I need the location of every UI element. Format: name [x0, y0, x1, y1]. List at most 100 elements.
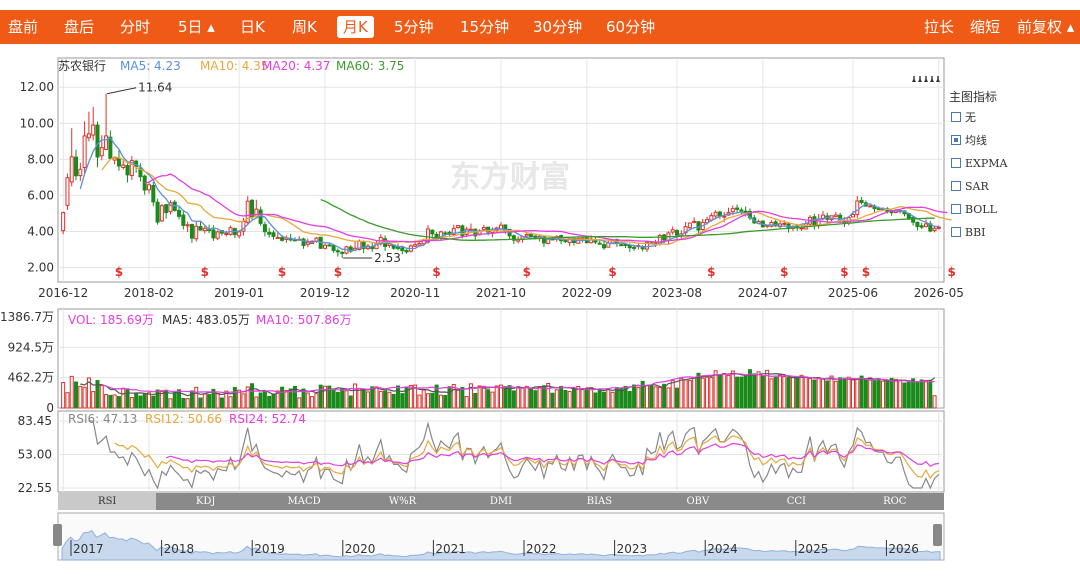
volume-bar [795, 376, 800, 409]
volume-bar [606, 389, 611, 409]
navigator-layer[interactable]: 2017 2018 2019 2020 2021 2022 2023 2024 2025 2026 [53, 512, 945, 561]
candle-body [850, 214, 856, 218]
candle-body [211, 229, 216, 239]
dividend-marker-icon: $ [780, 265, 788, 279]
price-tick-label: 10.00 [20, 116, 54, 130]
volume-bar [219, 397, 224, 409]
indicator-checkbox[interactable] [951, 181, 961, 191]
indicator-checkbox[interactable] [951, 135, 961, 145]
period-tab-1[interactable]: 盘后 [64, 10, 94, 44]
indicator-tab-8[interactable]: ROC [846, 493, 944, 510]
indicator-tab-4[interactable]: DMI [452, 493, 550, 510]
volume-bar [305, 392, 310, 409]
period-tab-8[interactable]: 15分钟 [460, 10, 509, 44]
indicator-tab-2[interactable]: MACD [255, 493, 353, 510]
indicator-tab-7[interactable]: CCI [747, 493, 845, 510]
x-tick-label: 2022-09 [562, 286, 612, 300]
stretch-button[interactable]: 拉长 [924, 10, 954, 44]
period-tab-4[interactable]: 日K [240, 10, 265, 44]
volume-bar [679, 377, 684, 409]
volume-bar [172, 392, 177, 409]
x-tick-label: 2019-01 [214, 286, 264, 300]
indicator-option-0[interactable]: 无 [949, 111, 1059, 134]
volume-bar [911, 378, 916, 409]
period-toolbar: 盘前 盘后 分时 5日 ▴ 日K 周K 月K 5分钟 15分钟 30分钟 60分钟 拉长 缩短 前复权 ▴ [0, 10, 1080, 44]
indicator-tab-3[interactable]: W%R [353, 493, 451, 510]
indicator-option-3[interactable]: SAR [949, 180, 1059, 203]
candle-body [859, 199, 864, 203]
navigator-year-label: 2021 [435, 542, 466, 556]
adjust-mode-dropdown[interactable]: 前复权 ▴ [1017, 10, 1074, 44]
period-tab-0[interactable]: 盘前 [8, 10, 38, 44]
candle-body [722, 215, 727, 218]
volume-bar [876, 378, 881, 409]
volume-bar [383, 390, 388, 409]
volume-bar [632, 384, 637, 409]
candle-body [529, 233, 534, 237]
volume-tick-label: 462.2万 [8, 371, 54, 385]
indicator-option-label: BOLL [965, 203, 997, 216]
period-tab-6[interactable]: 月K [337, 16, 374, 38]
volume-bar [649, 384, 654, 409]
indicator-checkbox[interactable] [951, 112, 961, 122]
volume-bar [151, 395, 156, 409]
period-tab-7[interactable]: 5分钟 [394, 10, 434, 44]
price-tick-label: 2.00 [27, 261, 54, 275]
indicator-option-1[interactable]: 均线 [949, 134, 1059, 157]
indicator-tab-6[interactable]: OBV [649, 493, 747, 510]
navigator-year-label: 2025 [798, 542, 829, 556]
volume-bar [241, 393, 246, 409]
shrink-button[interactable]: 缩短 [970, 10, 1000, 44]
volume-bar [597, 390, 602, 409]
volume-bar [657, 386, 662, 409]
volume-bar [589, 387, 594, 409]
candle-body [833, 214, 838, 218]
candle-body [430, 229, 435, 235]
volume-bar [932, 395, 937, 409]
candle-body [456, 225, 461, 229]
volume-bar [820, 378, 825, 409]
candle-body [271, 232, 276, 237]
volume-bar [125, 388, 130, 409]
dividend-marker-icon: $ [334, 265, 342, 279]
indicator-checkbox[interactable] [951, 227, 961, 237]
indicator-option-5[interactable]: BBI [949, 226, 1059, 249]
candle-body [799, 227, 804, 230]
indicator-tab-0[interactable]: RSI [58, 493, 157, 510]
volume-bar [331, 388, 336, 409]
x-tick-label: 2025-06 [828, 286, 878, 300]
indicator-checkbox[interactable] [951, 158, 961, 168]
annotation-low: 2.53 [374, 251, 401, 265]
volume-bar [863, 378, 868, 409]
indicator-checkbox[interactable] [951, 204, 961, 214]
period-tab-2[interactable]: 分时 [120, 10, 150, 44]
rsi-tick-label: 83.45 [18, 414, 52, 428]
candle-body [735, 207, 740, 210]
volume-bar [838, 377, 843, 409]
volume-bar [486, 389, 491, 409]
period-tab-5[interactable]: 周K [292, 10, 317, 44]
main-indicator-panel: 主图指标 无均线 EXPMA SAR BOLL BBI [949, 88, 1059, 249]
indicator-panel-title: 主图指标 [949, 90, 998, 104]
volume-bar [541, 385, 546, 409]
candle-body [250, 199, 255, 218]
volume-bar [842, 378, 847, 409]
rsi-legend-item: RSI24: 52.74 [229, 412, 306, 426]
period-tab-10[interactable]: 60分钟 [606, 10, 655, 44]
volume-bar [262, 391, 267, 409]
indicator-option-4[interactable]: BOLL [949, 203, 1059, 226]
indicator-option-label: 均线 [965, 134, 987, 147]
indicator-option-2[interactable]: EXPMA [949, 157, 1059, 180]
annotation-arrow [106, 87, 137, 95]
candle-body [395, 246, 400, 249]
candle-body [876, 208, 881, 211]
volume-bar [902, 382, 907, 409]
volume-bar [529, 387, 534, 409]
indicator-tab-5[interactable]: BIAS [550, 493, 648, 510]
period-tab-3[interactable]: 5日 ▴ [178, 10, 215, 44]
volume-bar [666, 387, 671, 409]
period-tab-9[interactable]: 30分钟 [533, 10, 582, 44]
volume-bar [374, 386, 379, 409]
x-tick-label: 2019-12 [300, 286, 350, 300]
indicator-tab-1[interactable]: KDJ [156, 493, 254, 510]
